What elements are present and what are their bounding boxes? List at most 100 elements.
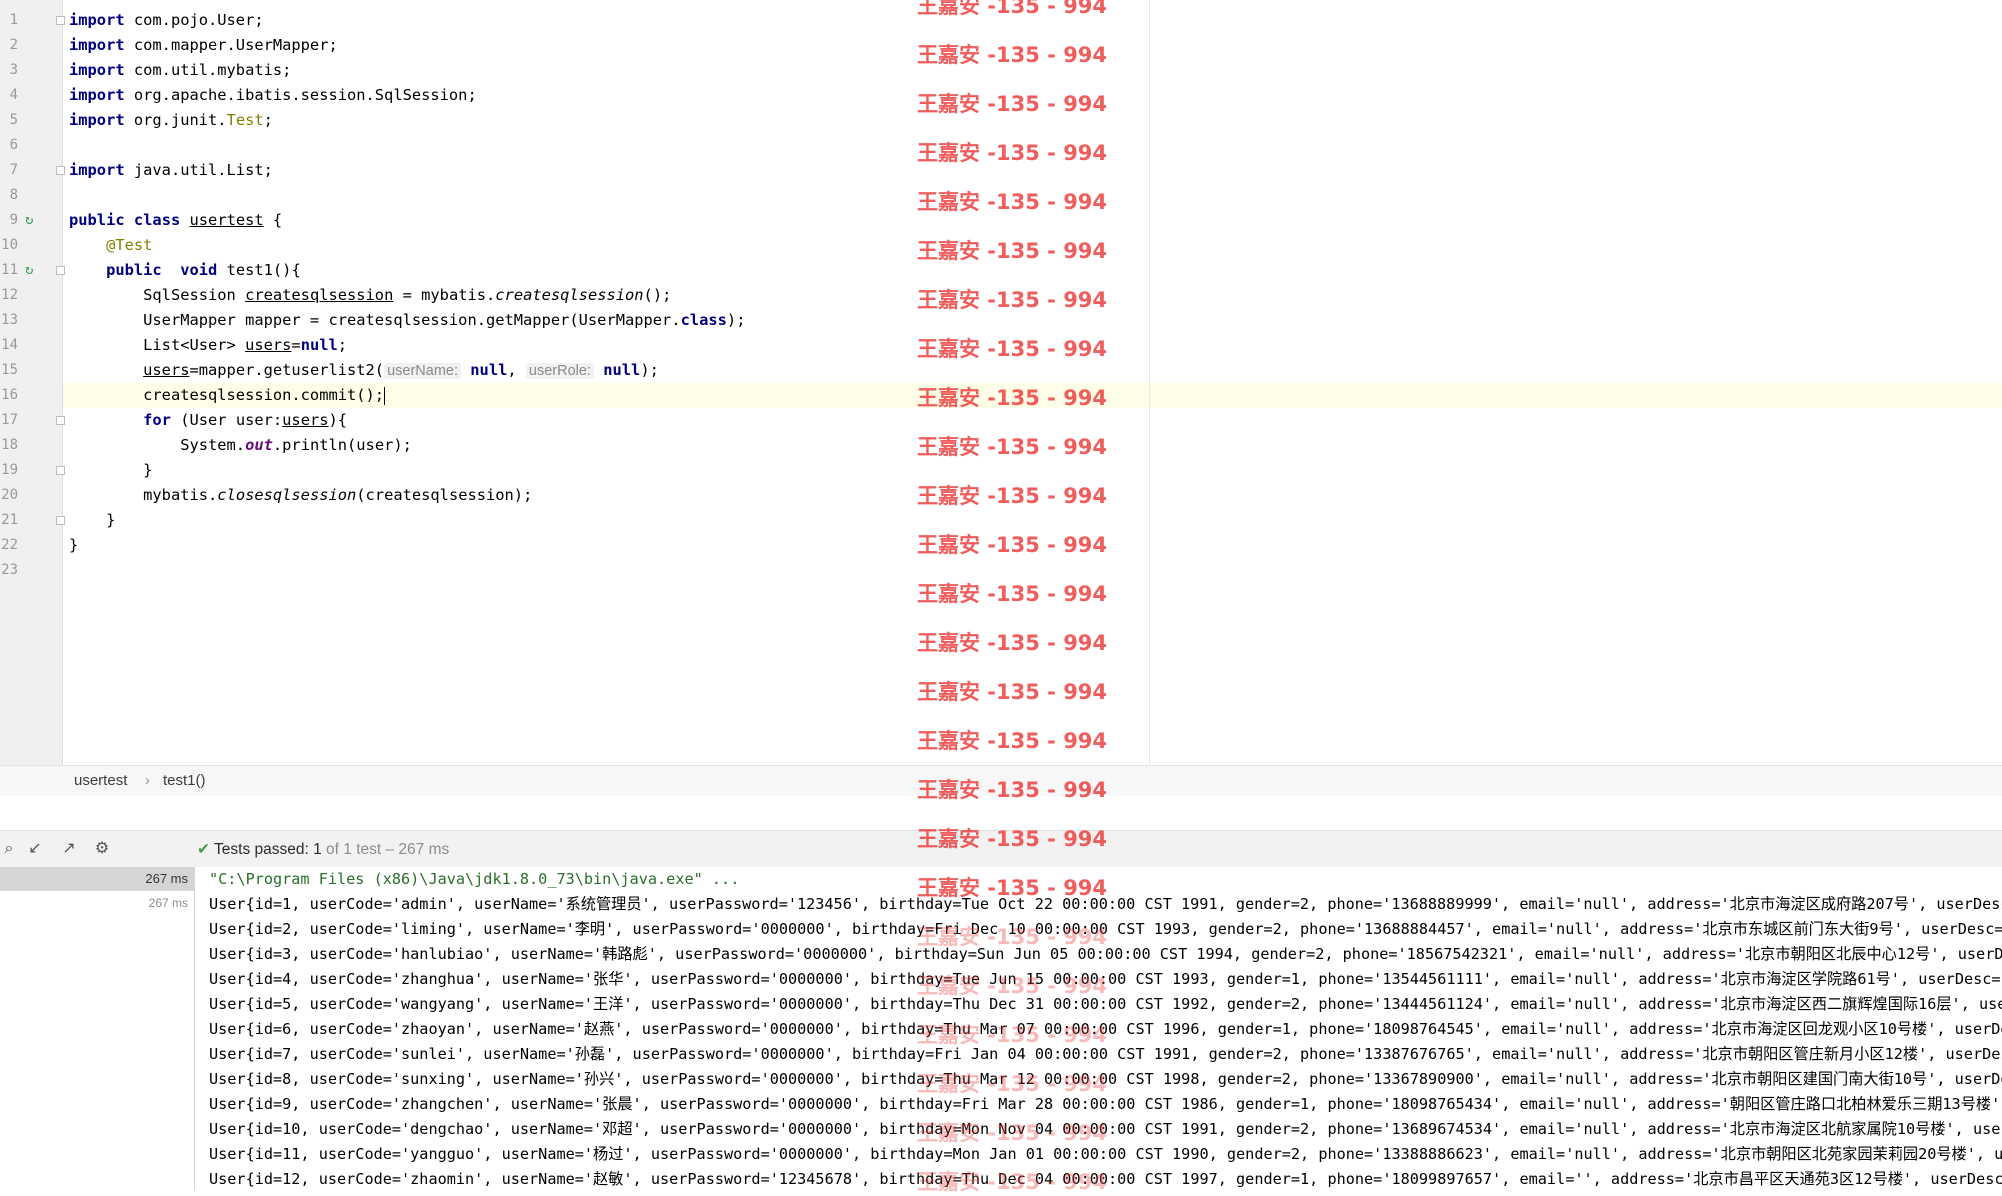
export-tests-icon[interactable]: ↗ — [60, 839, 78, 857]
right-margin-guide — [1149, 0, 1150, 765]
keyword: import — [69, 36, 125, 54]
breadcrumb-method[interactable]: test1() — [163, 772, 206, 789]
code-line: import com.pojo.User; — [69, 8, 264, 33]
test-tree-row[interactable]: 267 ms — [0, 891, 194, 915]
code-text: ; — [263, 111, 273, 129]
code-line: mybatis.closesqlsession(createsqlsession… — [69, 483, 532, 508]
test-tree-row[interactable]: 267 ms — [0, 867, 194, 891]
code-line: import com.util.mybatis; — [69, 58, 291, 83]
annotation-text: Test — [226, 111, 264, 129]
static-method: closesqlsession — [217, 486, 357, 504]
keyword: class — [680, 311, 727, 329]
code-line: public void test1(){ — [69, 258, 301, 283]
console-line: "C:\Program Files (x86)\Java\jdk1.8.0_73… — [209, 870, 740, 888]
console-line: User{id=5, userCode='wangyang', userName… — [209, 995, 2002, 1013]
line-number: 12 — [1, 287, 18, 303]
code-text: com.pojo.User; — [124, 11, 264, 29]
variable: users — [282, 411, 329, 429]
code-text: .println(user); — [272, 436, 412, 454]
console-line: User{id=1, userCode='admin', userName='系… — [209, 895, 2002, 913]
console-output[interactable]: "C:\Program Files (x86)\Java\jdk1.8.0_73… — [195, 867, 2002, 1190]
variable: users — [245, 336, 292, 354]
code-line: import java.util.List; — [69, 158, 273, 183]
fold-marker-icon[interactable] — [56, 16, 65, 25]
parameter-hint: userName: — [384, 363, 461, 379]
console-line: User{id=6, userCode='zhaoyan', userName=… — [209, 1020, 2002, 1038]
line-number: 7 — [9, 162, 18, 178]
keyword: class — [133, 211, 181, 229]
code-text: } — [69, 536, 79, 554]
keyword: public — [69, 211, 125, 229]
code-line: users=mapper.getuserlist2(userName: null… — [69, 358, 659, 383]
keyword: null — [470, 361, 508, 379]
code-line: } — [69, 533, 78, 558]
status-suffix: of 1 test – 267 ms — [321, 841, 450, 858]
code-text: (User user: — [170, 411, 283, 429]
keyword: void — [180, 261, 218, 279]
code-text: java.util.List; — [124, 161, 273, 179]
test-tree: 267 ms 267 ms — [0, 867, 195, 1190]
line-number: 23 — [1, 562, 18, 578]
line-number: 9 — [9, 212, 18, 228]
code-line: @Test — [69, 233, 152, 258]
fold-marker-icon[interactable] — [56, 516, 65, 525]
keyword: import — [69, 86, 125, 104]
console-line: User{id=2, userCode='liming', userName='… — [209, 920, 2002, 938]
code-text: SqlSession — [143, 286, 246, 304]
keyword: import — [69, 11, 125, 29]
code-line: import org.junit.Test; — [69, 108, 273, 133]
line-number: 5 — [9, 112, 18, 128]
code-text: List<User> — [143, 336, 246, 354]
code-text: mybatis. — [143, 486, 218, 504]
line-number: 13 — [1, 312, 18, 328]
line-number: 10 — [1, 237, 18, 253]
line-number: 20 — [1, 487, 18, 503]
console-line: User{id=9, userCode='zhangchen', userNam… — [209, 1095, 2002, 1113]
breadcrumb-class[interactable]: usertest — [74, 772, 127, 789]
code-text: org.junit. — [124, 111, 227, 129]
import-tests-icon[interactable]: ↙ — [26, 839, 44, 857]
code-text: (); — [643, 286, 672, 304]
breadcrumb: usertest › test1() — [0, 765, 2002, 797]
line-number: 6 — [9, 137, 18, 153]
keyword: null — [300, 336, 338, 354]
code-text: createsqlsession.commit(); — [143, 386, 385, 404]
code-line: createsqlsession.commit(); — [69, 383, 386, 408]
annotation-text: @Test — [106, 236, 153, 254]
code-text: (createsqlsession); — [356, 486, 533, 504]
code-editor[interactable]: 1 2 3 4 5 6 7 8 9 10 11 12 13 14 15 16 1… — [0, 0, 2002, 765]
breadcrumb-separator-icon: › — [145, 772, 150, 789]
line-number: 22 — [1, 537, 18, 553]
code-line: import com.mapper.UserMapper; — [69, 33, 338, 58]
code-text: } — [143, 461, 153, 479]
run-test-icon[interactable]: ↻ — [25, 262, 41, 278]
code-text: ); — [640, 361, 659, 379]
gear-icon[interactable]: ⚙ — [93, 839, 111, 857]
code-text: ; — [337, 336, 348, 354]
fold-marker-icon[interactable] — [56, 466, 65, 475]
line-number: 1 — [9, 12, 18, 28]
test-status: ✔ Tests passed: 1 of 1 test – 267 ms — [197, 840, 449, 859]
console-line: User{id=10, userCode='dengchao', userNam… — [209, 1120, 2002, 1138]
keyword: public — [106, 261, 162, 279]
static-method: createsqlsession — [495, 286, 644, 304]
code-text: , — [507, 361, 526, 379]
code-text: UserMapper mapper = createsqlsession.get… — [143, 311, 681, 329]
code-text: com.mapper.UserMapper; — [124, 36, 338, 54]
fold-marker-icon[interactable] — [56, 266, 65, 275]
line-number: 21 — [1, 512, 18, 528]
keyword: import — [69, 161, 125, 179]
fold-marker-icon[interactable] — [56, 416, 65, 425]
line-number: 11 — [1, 262, 18, 278]
line-number: 19 — [1, 462, 18, 478]
code-text: =mapper.getuserlist2( — [189, 361, 385, 379]
class-name: usertest — [189, 211, 264, 229]
code-line: for (User user:users){ — [69, 408, 347, 433]
run-class-icon[interactable]: ↻ — [25, 212, 41, 228]
line-number: 4 — [9, 87, 18, 103]
fold-marker-icon[interactable] — [56, 166, 65, 175]
search-icon[interactable]: ⌕ — [0, 839, 18, 857]
line-number: 2 — [9, 37, 18, 53]
keyword: import — [69, 111, 125, 129]
line-number: 3 — [9, 62, 18, 78]
